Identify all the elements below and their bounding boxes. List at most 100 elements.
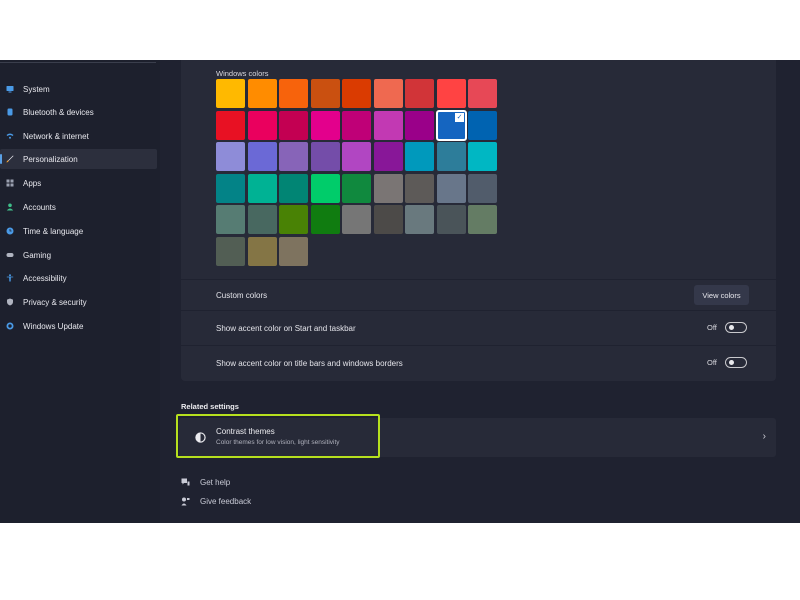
sidebar-item-privacy-security[interactable]: Privacy & security bbox=[0, 292, 157, 312]
related-settings-heading: Related settings bbox=[181, 402, 239, 411]
color-swatch[interactable] bbox=[248, 79, 277, 108]
color-swatch[interactable] bbox=[248, 237, 277, 266]
sidebar-item-label: Time & language bbox=[23, 226, 84, 236]
bluetooth-icon bbox=[6, 108, 14, 116]
color-swatch[interactable] bbox=[374, 174, 403, 203]
feedback-icon bbox=[181, 497, 190, 506]
color-swatch[interactable] bbox=[311, 142, 340, 171]
color-swatch[interactable] bbox=[342, 111, 371, 140]
accent-title-bars-toggle[interactable] bbox=[724, 357, 747, 368]
accent-start-taskbar-toggle[interactable] bbox=[724, 322, 747, 333]
color-swatch[interactable] bbox=[248, 205, 277, 234]
divider bbox=[181, 279, 776, 280]
color-swatch[interactable] bbox=[405, 142, 434, 171]
color-swatch[interactable] bbox=[248, 142, 277, 171]
contrast-icon bbox=[195, 432, 206, 443]
color-swatch[interactable] bbox=[374, 142, 403, 171]
color-swatch[interactable] bbox=[279, 205, 308, 234]
toggle-knob bbox=[728, 325, 734, 330]
sidebar-item-label: Windows Update bbox=[23, 321, 84, 331]
color-swatch[interactable] bbox=[216, 111, 245, 140]
sidebar-item-label: Accessibility bbox=[23, 273, 67, 283]
color-swatch[interactable] bbox=[405, 174, 434, 203]
sidebar-item-network[interactable]: Network & internet bbox=[0, 126, 157, 146]
color-swatch[interactable] bbox=[248, 111, 277, 140]
globe-clock-icon bbox=[6, 227, 14, 235]
accent-start-taskbar-label: Show accent color on Start and taskbar bbox=[216, 324, 356, 333]
contrast-themes-title: Contrast themes bbox=[216, 427, 275, 436]
color-swatch[interactable] bbox=[468, 142, 497, 171]
chevron-right-icon: › bbox=[762, 431, 766, 442]
color-swatch[interactable] bbox=[216, 237, 245, 266]
color-swatch[interactable] bbox=[468, 79, 497, 108]
sidebar-item-label: Personalization bbox=[23, 154, 78, 164]
sidebar-item-accessibility[interactable]: Accessibility bbox=[0, 268, 157, 288]
sidebar-item-windows-update[interactable]: Windows Update bbox=[0, 316, 157, 336]
color-swatch[interactable] bbox=[311, 111, 340, 140]
color-swatch[interactable] bbox=[437, 174, 466, 203]
sidebar-item-label: Gaming bbox=[23, 250, 52, 260]
color-swatch[interactable] bbox=[374, 79, 403, 108]
accent-title-bars-toggle-group: Off bbox=[707, 357, 747, 368]
color-swatch[interactable] bbox=[279, 111, 308, 140]
sidebar-item-apps[interactable]: Apps bbox=[0, 173, 157, 193]
color-swatch[interactable] bbox=[437, 142, 466, 171]
get-help-link[interactable]: Get help bbox=[181, 478, 230, 487]
sidebar-item-label: Network & internet bbox=[23, 131, 89, 141]
color-swatch[interactable] bbox=[216, 142, 245, 171]
apps-icon bbox=[6, 179, 14, 187]
color-swatch[interactable] bbox=[342, 205, 371, 234]
toggle-knob bbox=[728, 360, 734, 365]
color-swatch[interactable] bbox=[405, 205, 434, 234]
color-swatch[interactable] bbox=[279, 79, 308, 108]
settings-window: System Bluetooth & devices Network & int… bbox=[0, 60, 800, 523]
sidebar-item-label: Apps bbox=[23, 178, 42, 188]
color-swatch[interactable] bbox=[216, 79, 245, 108]
color-swatch[interactable] bbox=[279, 142, 308, 171]
color-swatch[interactable] bbox=[468, 205, 497, 234]
color-swatch[interactable] bbox=[405, 111, 434, 140]
color-swatch[interactable] bbox=[374, 111, 403, 140]
view-colors-button[interactable]: View colors bbox=[694, 285, 749, 305]
color-swatch[interactable] bbox=[468, 111, 497, 140]
wifi-icon bbox=[6, 132, 14, 140]
color-swatch[interactable] bbox=[216, 174, 245, 203]
shield-icon bbox=[6, 298, 14, 306]
color-swatch[interactable] bbox=[279, 237, 308, 266]
sidebar-item-bluetooth[interactable]: Bluetooth & devices bbox=[0, 102, 157, 122]
color-swatch[interactable] bbox=[311, 205, 340, 234]
color-swatch[interactable] bbox=[468, 174, 497, 203]
update-icon bbox=[6, 322, 14, 330]
toggle-state-label: Off bbox=[707, 323, 717, 332]
divider bbox=[181, 345, 776, 346]
give-feedback-link[interactable]: Give feedback bbox=[181, 497, 251, 506]
color-swatch[interactable] bbox=[311, 79, 340, 108]
color-swatch[interactable] bbox=[311, 174, 340, 203]
sidebar-item-label: Bluetooth & devices bbox=[23, 107, 94, 117]
color-swatch[interactable] bbox=[342, 174, 371, 203]
gamepad-icon bbox=[6, 251, 14, 259]
sidebar-item-gaming[interactable]: Gaming bbox=[0, 245, 157, 265]
sidebar-item-personalization[interactable]: Personalization bbox=[0, 149, 157, 169]
color-swatch[interactable] bbox=[279, 174, 308, 203]
sidebar-item-label: Accounts bbox=[23, 202, 56, 212]
color-swatch[interactable] bbox=[374, 205, 403, 234]
color-swatch[interactable]: ✓ bbox=[436, 110, 467, 141]
color-swatch[interactable] bbox=[342, 142, 371, 171]
color-swatch[interactable] bbox=[437, 79, 466, 108]
person-icon bbox=[6, 203, 14, 211]
accent-title-bars-label: Show accent color on title bars and wind… bbox=[216, 359, 403, 368]
color-swatch[interactable] bbox=[437, 205, 466, 234]
contrast-themes-row[interactable]: Contrast themes Color themes for low vis… bbox=[179, 418, 776, 457]
get-help-label: Get help bbox=[200, 478, 231, 487]
sidebar-item-system[interactable]: System bbox=[0, 79, 157, 99]
custom-colors-label: Custom colors bbox=[216, 291, 268, 300]
sidebar-divider bbox=[0, 62, 156, 63]
color-swatch[interactable] bbox=[342, 79, 371, 108]
sidebar-item-accounts[interactable]: Accounts bbox=[0, 197, 157, 217]
color-swatch[interactable] bbox=[405, 79, 434, 108]
divider bbox=[181, 310, 776, 311]
color-swatch[interactable] bbox=[216, 205, 245, 234]
sidebar-item-time-language[interactable]: Time & language bbox=[0, 221, 157, 241]
color-swatch[interactable] bbox=[248, 174, 277, 203]
